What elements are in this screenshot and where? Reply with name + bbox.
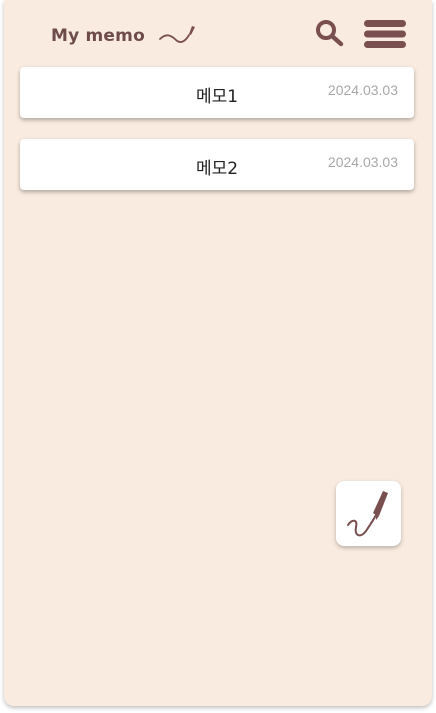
app-title: My memo <box>51 26 145 46</box>
memo-app-screen: My memo 메모1 2024.03.03 메모2 2024.03.03 <box>4 0 432 706</box>
new-memo-button[interactable] <box>336 481 401 546</box>
memo-item[interactable]: 메모1 2024.03.03 <box>20 67 414 118</box>
memo-date: 2024.03.03 <box>327 82 398 98</box>
memo-item[interactable]: 메모2 2024.03.03 <box>20 139 414 190</box>
search-icon[interactable] <box>314 18 346 48</box>
memo-date: 2024.03.03 <box>327 154 398 170</box>
memo-list: 메모1 2024.03.03 메모2 2024.03.03 <box>20 67 414 211</box>
hamburger-menu-icon[interactable] <box>362 18 408 50</box>
pen-write-icon <box>347 491 388 537</box>
pen-squiggle-icon <box>159 26 195 43</box>
